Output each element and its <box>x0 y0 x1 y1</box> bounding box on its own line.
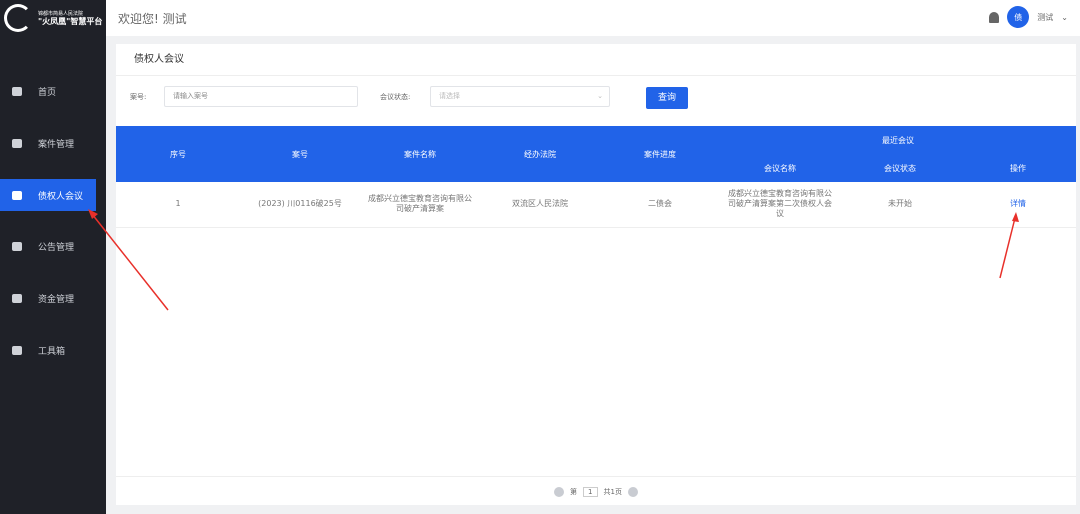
cell-meeting-status: 未开始 <box>840 182 960 228</box>
page-title: 债权人会议 <box>116 44 1076 76</box>
case-no-label: 案号: <box>130 93 147 101</box>
logo-title: "火凤凰"智慧平台 <box>38 17 103 26</box>
bell-icon[interactable] <box>989 11 1000 23</box>
page-input[interactable]: 1 <box>583 487 598 497</box>
status-label: 会议状态: <box>380 93 411 101</box>
briefcase-icon <box>12 241 22 251</box>
col-case-name: 案件名称 <box>360 126 480 182</box>
sidebar: 锦都市简易人民法院 "火凤凰"智慧平台 首页 案件管理 债权人会议 公告管理 资金… <box>0 0 106 514</box>
cell-case-no: (2023) 川0116破25号 <box>240 182 360 228</box>
status-select[interactable]: 请选择 ⌄ <box>430 86 610 107</box>
sidebar-item-label: 案件管理 <box>38 139 75 150</box>
welcome-text: 欢迎您! 测试 <box>118 11 187 26</box>
col-progress: 案件进度 <box>600 126 720 182</box>
pagination: 第 1 共1页 <box>116 487 1076 497</box>
col-meeting-name: 会议名称 <box>720 154 840 182</box>
phoenix-logo-icon <box>4 4 32 32</box>
status-placeholder: 请选择 <box>439 92 460 100</box>
page-prefix: 第 <box>570 488 578 496</box>
cell-case-name: 成都兴立德宝教育咨询有限公司破产清算案 <box>360 182 480 228</box>
col-court: 经办法院 <box>480 126 600 182</box>
sidebar-item-label: 债权人会议 <box>38 191 84 202</box>
toolbox-icon <box>12 345 22 355</box>
sidebar-item-label: 首页 <box>38 87 57 98</box>
divider <box>116 476 1076 477</box>
sidebar-item-toolbox[interactable]: 工具箱 <box>0 334 96 366</box>
col-index: 序号 <box>116 126 240 182</box>
cell-meeting-name: 成都兴立德宝教育咨询有限公司破产清算案第二次债权人会议 <box>720 182 840 228</box>
cell-court: 双流区人民法院 <box>480 182 600 228</box>
table-row: 1 (2023) 川0116破25号 成都兴立德宝教育咨询有限公司破产清算案 双… <box>116 182 1076 228</box>
sidebar-item-funds[interactable]: 资金管理 <box>0 282 96 314</box>
sidebar-item-label: 工具箱 <box>38 346 66 357</box>
col-meeting-status: 会议状态 <box>840 154 960 182</box>
sidebar-item-creditor-meeting[interactable]: 债权人会议 <box>0 179 96 211</box>
sidebar-item-label: 公告管理 <box>38 242 75 253</box>
filter-bar: 案号: 请输入案号 会议状态: 请选择 ⌄ 查询 <box>130 86 1076 109</box>
detail-link[interactable]: 详情 <box>1010 199 1026 208</box>
prev-page-icon[interactable] <box>554 487 565 497</box>
user-name[interactable]: 测试 <box>1037 12 1053 23</box>
content-card: 债权人会议 案号: 请输入案号 会议状态: 请选择 ⌄ 查询 序号 案号 案件名称… <box>116 44 1076 505</box>
query-button[interactable]: 查询 <box>646 87 688 109</box>
sidebar-item-home[interactable]: 首页 <box>0 75 96 107</box>
avatar[interactable]: 债 <box>1007 6 1030 28</box>
cell-index: 1 <box>116 182 240 228</box>
cell-progress: 二债会 <box>600 182 720 228</box>
col-case-no: 案号 <box>240 126 360 182</box>
sidebar-item-label: 资金管理 <box>38 294 75 305</box>
meeting-table: 序号 案号 案件名称 经办法院 案件进度 最近会议 会议名称 会议状态 操作 1… <box>116 126 1076 228</box>
sidebar-item-announcements[interactable]: 公告管理 <box>0 230 96 262</box>
video-icon <box>12 190 22 200</box>
col-recent-meeting: 最近会议 <box>720 126 1076 154</box>
next-page-icon[interactable] <box>627 487 638 497</box>
chevron-down-icon: ⌄ <box>597 92 603 100</box>
user-menu[interactable]: 债 测试 ⌄ <box>989 6 1068 28</box>
case-no-input[interactable]: 请输入案号 <box>164 86 358 107</box>
sidebar-item-cases[interactable]: 案件管理 <box>0 127 96 159</box>
case-icon <box>12 138 22 148</box>
page-total: 共1页 <box>603 488 622 496</box>
logo: 锦都市简易人民法院 "火凤凰"智慧平台 <box>0 0 106 36</box>
money-icon <box>12 293 22 303</box>
col-action: 操作 <box>960 154 1076 182</box>
header: 欢迎您! 测试 债 测试 ⌄ <box>106 0 1080 36</box>
home-icon <box>12 86 22 96</box>
chevron-down-icon[interactable]: ⌄ <box>1061 13 1068 22</box>
